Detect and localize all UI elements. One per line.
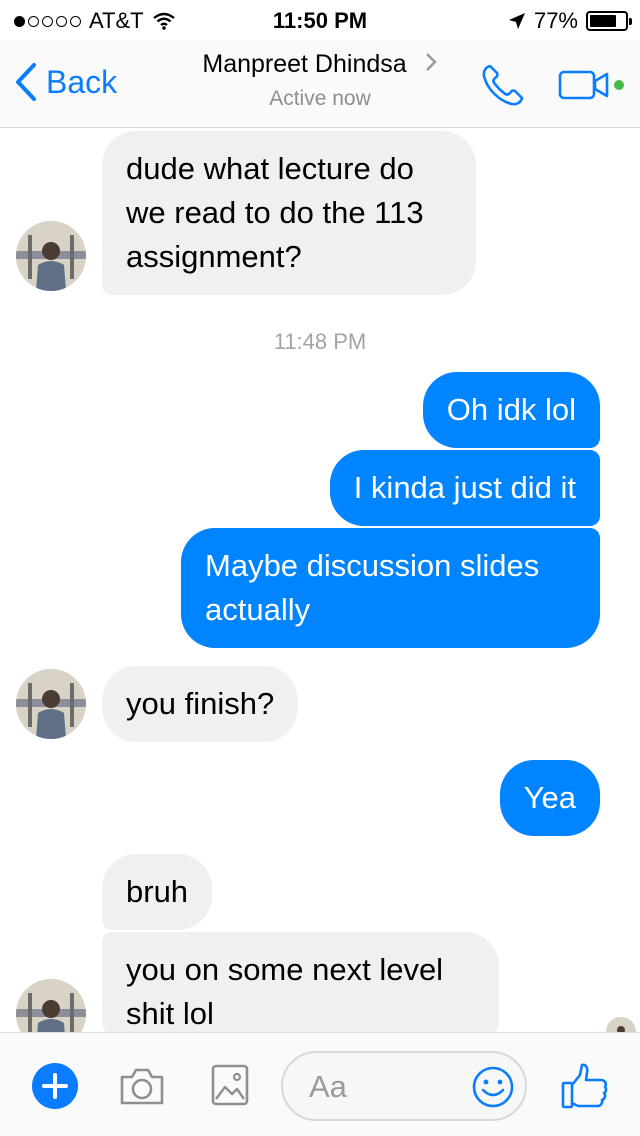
- message-outgoing[interactable]: Oh idk lol: [422, 372, 600, 448]
- status-bar: AT&T 11:50 PM 77%: [0, 0, 640, 40]
- contact-name: Manpreet Dhindsa: [202, 50, 407, 78]
- seen-avatar: [606, 1017, 636, 1032]
- status-right: 77%: [508, 8, 632, 34]
- active-status-dot: [614, 80, 624, 90]
- contact-avatar[interactable]: [16, 669, 86, 739]
- camera-icon[interactable]: [118, 1063, 166, 1109]
- message-incoming[interactable]: you finish?: [102, 666, 299, 742]
- plus-icon[interactable]: [32, 1063, 78, 1109]
- contact-avatar[interactable]: [16, 979, 86, 1032]
- message-incoming[interactable]: you on some next level shit lol: [102, 932, 499, 1032]
- message-outgoing[interactable]: Yea: [499, 760, 600, 836]
- phone-icon[interactable]: [480, 62, 526, 108]
- message-list[interactable]: dude what lecture do we read to do the 1…: [0, 129, 640, 1032]
- smiley-icon[interactable]: [471, 1065, 515, 1109]
- message-composer: [0, 1032, 640, 1136]
- thumbs-up-icon[interactable]: [560, 1061, 610, 1111]
- message-input-wrapper[interactable]: [281, 1051, 527, 1121]
- battery-icon: [586, 11, 632, 31]
- battery-level: [590, 15, 617, 27]
- contact-status: Active now: [269, 87, 371, 110]
- contact-avatar[interactable]: [16, 221, 86, 291]
- message-timestamp: 11:48 PM: [273, 329, 367, 354]
- message-incoming[interactable]: dude what lecture do we read to do the 1…: [102, 131, 476, 295]
- chevron-right-icon: [425, 53, 437, 71]
- battery-percent: 77%: [533, 8, 578, 33]
- location-arrow-icon: [508, 13, 525, 29]
- contact-header[interactable]: Manpreet Dhindsa Active now: [0, 50, 640, 111]
- message-input[interactable]: [309, 1065, 469, 1109]
- message-outgoing[interactable]: I kinda just did it: [329, 450, 600, 526]
- video-camera-icon[interactable]: [558, 68, 628, 102]
- conversation-header: Back Manpreet Dhindsa Active now: [0, 40, 640, 128]
- image-icon[interactable]: [210, 1063, 250, 1107]
- message-incoming[interactable]: bruh: [102, 854, 213, 930]
- message-outgoing[interactable]: Maybe discussion slides actually: [181, 528, 600, 648]
